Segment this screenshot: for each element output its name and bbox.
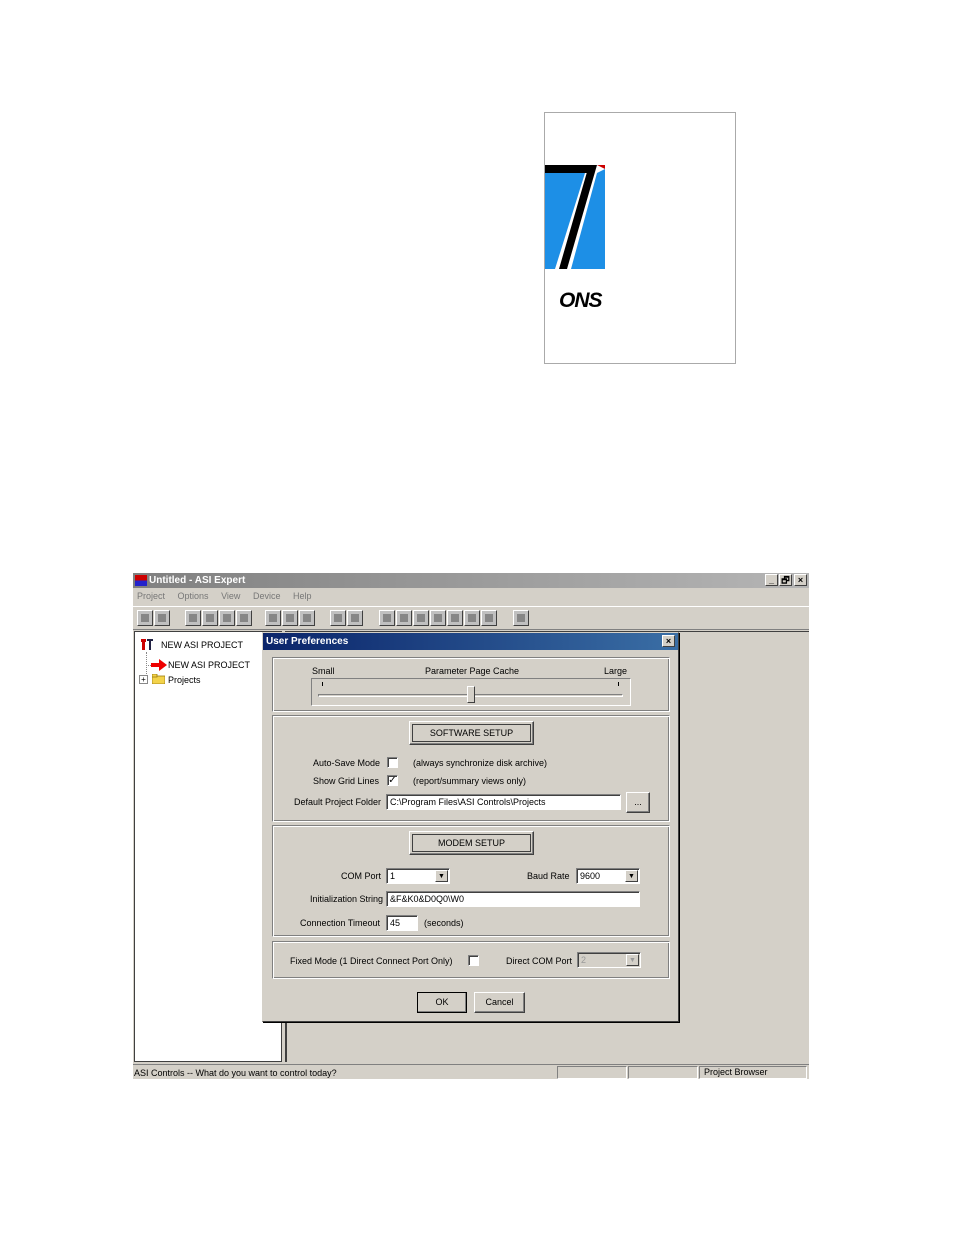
user-preferences-dialog: User Preferences × Small Parameter Page … xyxy=(262,632,679,1022)
autosave-note: (always synchronize disk archive) xyxy=(413,758,548,768)
status-pane-1 xyxy=(557,1066,627,1079)
init-string-input[interactable]: &F&K0&D0Q0\W0 xyxy=(386,891,640,907)
toolbar-home-icon[interactable] xyxy=(379,610,395,626)
toolbar-window-icon[interactable] xyxy=(413,610,429,626)
project-folder-label: Default Project Folder xyxy=(294,797,382,807)
browse-folder-button[interactable]: ... xyxy=(626,792,650,813)
logo-registered-mark: R xyxy=(571,167,577,174)
toolbar-monitor-icon[interactable] xyxy=(137,610,153,626)
toolbar-receive-icon[interactable] xyxy=(347,610,363,626)
toolbar-preview-icon[interactable] xyxy=(202,610,218,626)
slider-tick xyxy=(322,682,323,686)
toolbar-open-icon[interactable] xyxy=(185,610,201,626)
com-port-label: COM Port xyxy=(341,871,382,881)
tree-child-label[interactable]: NEW ASI PROJECT xyxy=(168,660,250,670)
cache-large-label: Large xyxy=(604,666,628,676)
project-tree: NEW ASI PROJECT NEW ASI PROJECT + Projec… xyxy=(134,631,282,1062)
fixed-mode-checkbox[interactable] xyxy=(468,955,479,966)
project-folder-input[interactable]: C:\Program Files\ASI Controls\Projects xyxy=(386,794,621,810)
toolbar-save-as-icon[interactable] xyxy=(299,610,315,626)
cache-slider-thumb[interactable] xyxy=(466,686,475,703)
toolbar xyxy=(133,606,809,630)
direct-com-port-dropdown-icon[interactable]: ▼ xyxy=(626,954,639,966)
connection-timeout-label: Connection Timeout xyxy=(300,918,381,928)
toolbar-table-icon[interactable] xyxy=(481,610,497,626)
grid-lines-checkbox[interactable]: ✓ xyxy=(387,775,398,786)
direct-com-port-value: 2 xyxy=(581,955,587,965)
baud-rate-dropdown-icon[interactable]: ▼ xyxy=(625,870,638,882)
tree-folder-label[interactable]: Projects xyxy=(168,675,201,685)
restore-button[interactable]: 🗗 xyxy=(779,574,792,586)
minimize-button[interactable]: _ xyxy=(765,574,778,586)
toolbar-transfer-icon[interactable] xyxy=(330,610,346,626)
company-logo: R ONS xyxy=(544,112,736,364)
menu-device[interactable]: Device xyxy=(253,591,281,601)
toolbar-tools-icon[interactable] xyxy=(396,610,412,626)
logo-text: ONS xyxy=(559,289,603,312)
ok-button[interactable]: OK xyxy=(417,992,467,1013)
window-title: Untitled - ASI Expert xyxy=(149,575,246,586)
menu-help[interactable]: Help xyxy=(293,591,312,601)
init-string-label: Initialization String xyxy=(310,894,384,904)
toolbar-grid-icon[interactable] xyxy=(464,610,480,626)
toolbar-calendar-icon[interactable] xyxy=(430,610,446,626)
toolbar-find-icon[interactable] xyxy=(219,610,235,626)
dialog-title: User Preferences xyxy=(266,636,349,647)
baud-rate-value: 9600 xyxy=(580,871,601,881)
com-port-value: 1 xyxy=(390,871,396,881)
autosave-label: Auto-Save Mode xyxy=(313,758,381,768)
toolbar-save-icon[interactable] xyxy=(265,610,281,626)
toolbar-save-all-icon[interactable] xyxy=(282,610,298,626)
dialog-title-bar: User Preferences xyxy=(263,633,678,650)
fixed-mode-label: Fixed Mode (1 Direct Connect Port Only) xyxy=(290,956,453,966)
direct-com-port-label: Direct COM Port xyxy=(506,956,573,966)
toolbar-chart-icon[interactable] xyxy=(447,610,463,626)
timeout-unit: (seconds) xyxy=(424,918,464,928)
status-message: ASI Controls -- What do you want to cont… xyxy=(134,1068,337,1078)
grid-lines-label: Show Grid Lines xyxy=(313,776,380,786)
tree-expander[interactable]: + xyxy=(139,675,148,684)
slider-tick xyxy=(618,682,619,686)
status-pane-3: Project Browser xyxy=(699,1066,807,1079)
autosave-checkbox[interactable] xyxy=(387,757,398,768)
modem-setup-button[interactable]: MODEM SETUP xyxy=(409,831,534,855)
cache-small-label: Small xyxy=(312,666,335,676)
cache-label: Parameter Page Cache xyxy=(425,666,520,676)
modem-setup-label: MODEM SETUP xyxy=(412,834,531,852)
project-tools-icon xyxy=(141,639,155,651)
software-setup-button[interactable]: SOFTWARE SETUP xyxy=(409,721,534,745)
app-icon xyxy=(135,575,147,586)
toolbar-print-icon[interactable] xyxy=(154,610,170,626)
com-port-dropdown-icon[interactable]: ▼ xyxy=(435,870,448,882)
connection-timeout-input[interactable]: 45 xyxy=(386,915,418,931)
tree-root-label[interactable]: NEW ASI PROJECT xyxy=(161,640,243,650)
baud-rate-label: Baud Rate xyxy=(527,871,570,881)
software-setup-label: SOFTWARE SETUP xyxy=(412,724,531,742)
menu-view[interactable]: View xyxy=(221,591,240,601)
status-pane-2 xyxy=(628,1066,698,1079)
cancel-button[interactable]: Cancel xyxy=(474,992,525,1013)
menu-project[interactable]: Project xyxy=(137,591,165,601)
arrow-right-icon xyxy=(151,659,167,671)
toolbar-edit-icon[interactable] xyxy=(513,610,529,626)
folder-icon xyxy=(151,673,166,685)
menu-bar: Project Options View Device Help xyxy=(133,588,809,604)
toolbar-page-icon[interactable] xyxy=(236,610,252,626)
title-bar: Untitled - ASI Expert xyxy=(133,573,809,588)
close-button[interactable]: × xyxy=(794,574,807,586)
dialog-close-button[interactable]: × xyxy=(662,635,675,647)
status-bar: ASI Controls -- What do you want to cont… xyxy=(133,1064,809,1079)
grid-lines-note: (report/summary views only) xyxy=(413,776,527,786)
menu-options[interactable]: Options xyxy=(178,591,209,601)
